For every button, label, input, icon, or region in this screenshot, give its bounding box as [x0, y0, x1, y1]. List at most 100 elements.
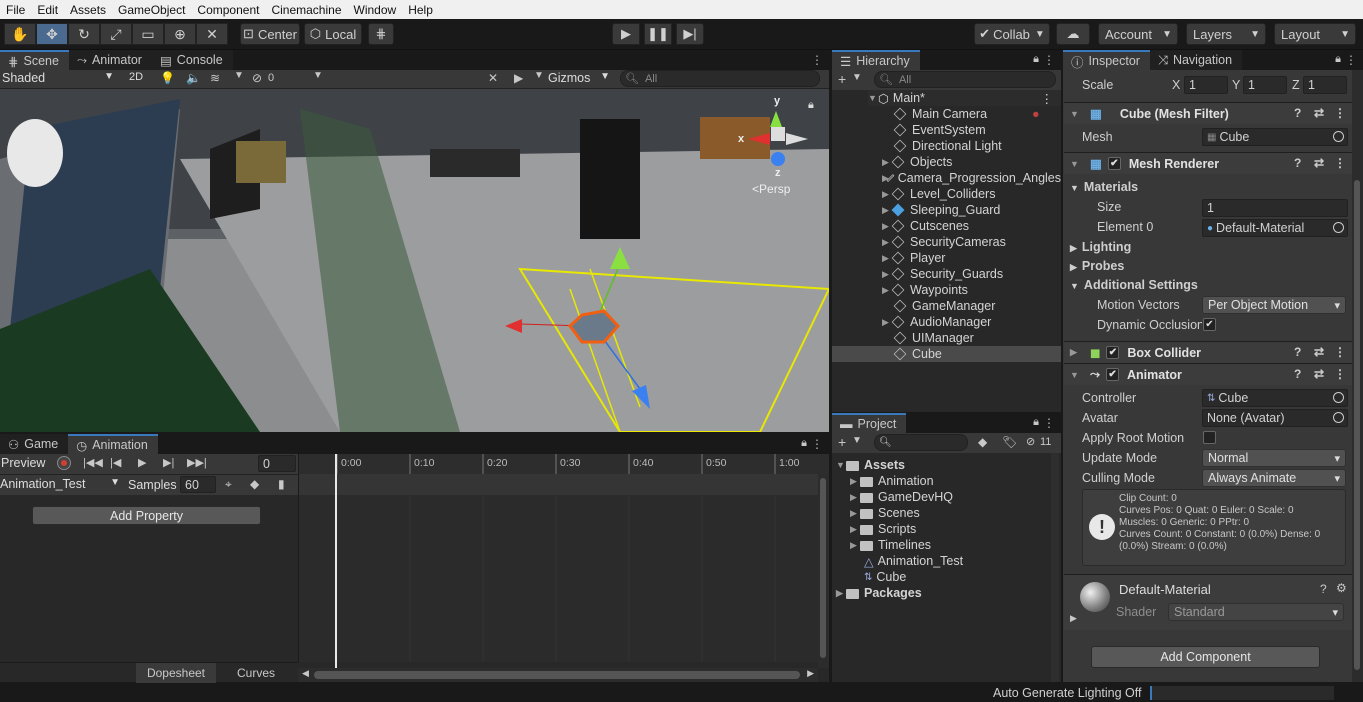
- diamond-plus-icon[interactable]: ◆: [250, 477, 259, 491]
- inspector-scrollbar[interactable]: [1352, 70, 1363, 682]
- record-button[interactable]: [57, 456, 71, 470]
- lighting-foldout[interactable]: ▶ Lighting: [1070, 240, 1131, 254]
- menu-gameobject[interactable]: GameObject: [112, 3, 191, 17]
- avatar-object-field[interactable]: None (Avatar): [1202, 409, 1348, 427]
- chevron-down-icon[interactable]: ▼: [852, 72, 862, 83]
- scroll-thumb[interactable]: [314, 671, 800, 679]
- fold-right-icon[interactable]: ▶: [882, 237, 892, 248]
- fold-right-icon[interactable]: ▶: [1070, 347, 1080, 358]
- more-options-icon[interactable]: ⋮: [1041, 91, 1054, 106]
- shader-dropdown[interactable]: Standard: [1168, 603, 1344, 621]
- scene-search-input[interactable]: 🔍︎ All: [620, 70, 820, 87]
- move-tool-icon[interactable]: ✥: [36, 23, 68, 45]
- camera-icon[interactable]: ▶: [514, 71, 523, 85]
- settings-gear-icon[interactable]: ⚙: [1336, 581, 1347, 595]
- lock-icon[interactable]: 🔒︎: [1033, 53, 1039, 66]
- project-file[interactable]: △ Animation_Test: [864, 553, 1094, 569]
- samples-input[interactable]: 60: [180, 476, 216, 493]
- element0-object-field[interactable]: ● Default-Material: [1202, 219, 1348, 237]
- menu-file[interactable]: File: [0, 3, 31, 17]
- pause-button[interactable]: ❚❚: [644, 23, 672, 45]
- help-icon[interactable]: ?: [1294, 345, 1301, 359]
- hierarchy-item[interactable]: ▶ Sleeping_Guard: [882, 202, 1061, 218]
- first-keyframe-icon[interactable]: |◀◀: [83, 456, 103, 469]
- hierarchy-item[interactable]: ▶ SecurityCameras: [882, 234, 1061, 250]
- fold-right-icon[interactable]: ▶: [882, 285, 892, 296]
- play-icon[interactable]: ▶: [138, 456, 146, 469]
- status-text[interactable]: Auto Generate Lighting Off: [993, 686, 1141, 700]
- help-icon[interactable]: ?: [1320, 582, 1327, 596]
- last-keyframe-icon[interactable]: ▶▶|: [187, 456, 207, 469]
- fold-right-icon[interactable]: ▶: [850, 476, 860, 487]
- more-options-icon[interactable]: ⋮: [1334, 156, 1346, 170]
- more-options-icon[interactable]: ⋮: [811, 53, 823, 67]
- tab-scene[interactable]: ⋕ Scene: [0, 50, 69, 70]
- scale-y-input[interactable]: 1: [1243, 76, 1287, 94]
- lock-icon[interactable]: 🔒︎: [808, 99, 814, 112]
- project-folder[interactable]: ▶ GameDevHQ: [850, 489, 1080, 505]
- box-collider-header[interactable]: ▶ ◼ ✔ Box Collider ? ⇄ ⋮: [1064, 341, 1354, 363]
- preset-icon[interactable]: ⇄: [1314, 156, 1324, 170]
- object-picker-icon[interactable]: [1333, 222, 1344, 233]
- add-component-button[interactable]: Add Component: [1091, 646, 1320, 668]
- apply-root-motion-checkbox[interactable]: [1203, 431, 1216, 444]
- hierarchy-item[interactable]: ▶ Objects: [882, 154, 1061, 170]
- fold-down-icon[interactable]: ▼: [1070, 159, 1080, 169]
- fold-right-icon[interactable]: ▶: [850, 492, 860, 503]
- layout-dropdown[interactable]: Layout ▼: [1274, 23, 1356, 45]
- hierarchy-item[interactable]: ▶ Level_Colliders: [882, 186, 1061, 202]
- hierarchy-item-selected[interactable]: Cube: [832, 346, 1061, 362]
- prev-keyframe-icon[interactable]: |◀: [110, 456, 121, 469]
- preset-icon[interactable]: ⇄: [1314, 345, 1324, 359]
- fold-right-icon[interactable]: ▶: [836, 588, 846, 599]
- scale-x-input[interactable]: 1: [1184, 76, 1228, 94]
- account-dropdown[interactable]: Account ▼: [1098, 23, 1178, 45]
- mesh-object-field[interactable]: ▦ Cube: [1202, 128, 1348, 146]
- tab-console[interactable]: ▤ Console: [151, 50, 233, 70]
- enabled-checkbox[interactable]: ✔: [1107, 157, 1121, 170]
- hand-tool-icon[interactable]: ✋: [4, 23, 36, 45]
- project-folder-assets[interactable]: ▼ Assets: [836, 457, 1066, 473]
- hierarchy-item[interactable]: GameManager: [893, 298, 1061, 314]
- scale-tool-icon[interactable]: ⤢: [100, 23, 132, 45]
- additional-settings-foldout[interactable]: ▼ Additional Settings: [1070, 278, 1198, 292]
- probes-foldout[interactable]: ▶ Probes: [1070, 259, 1124, 273]
- rect-tool-icon[interactable]: ▭: [132, 23, 164, 45]
- hierarchy-item[interactable]: EventSystem: [893, 122, 1061, 138]
- enabled-checkbox[interactable]: ✔: [1106, 346, 1120, 359]
- frame-input[interactable]: 0: [258, 455, 296, 472]
- menu-window[interactable]: Window: [348, 3, 403, 17]
- tab-animation[interactable]: ◷ Animation: [68, 434, 158, 454]
- scroll-thumb[interactable]: [1354, 180, 1360, 670]
- preview-toggle[interactable]: Preview: [1, 456, 45, 470]
- help-icon[interactable]: ?: [1294, 156, 1301, 170]
- fold-right-icon[interactable]: ▶: [882, 205, 892, 216]
- project-scrollbar[interactable]: [1051, 453, 1059, 682]
- next-keyframe-icon[interactable]: ▶|: [163, 456, 174, 469]
- scene-viewport[interactable]: y x z 🔒︎ <Persp: [0, 89, 829, 432]
- fold-right-icon[interactable]: ▶: [850, 508, 860, 519]
- events-row[interactable]: [298, 474, 818, 495]
- audio-icon[interactable]: 🔈: [186, 71, 201, 85]
- tab-game[interactable]: ⚇ Game: [0, 434, 69, 454]
- size-input[interactable]: 1: [1202, 199, 1348, 217]
- project-folder[interactable]: ▶ Scripts: [850, 521, 1080, 537]
- menu-help[interactable]: Help: [402, 3, 439, 17]
- hierarchy-item[interactable]: ▶ Camera_Progression_Angles: [882, 170, 1061, 186]
- hierarchy-item[interactable]: Main Camera ●: [893, 106, 1061, 122]
- hidden-objects-icon[interactable]: ⊘: [252, 71, 262, 85]
- more-options-icon[interactable]: ⋮: [1334, 367, 1346, 381]
- hierarchy-item[interactable]: ▶ Player: [882, 250, 1061, 266]
- fold-right-icon[interactable]: ▶: [882, 253, 892, 264]
- object-picker-icon[interactable]: [1333, 392, 1344, 403]
- more-options-icon[interactable]: ⋮: [1345, 53, 1357, 67]
- add-property-button[interactable]: Add Property: [32, 506, 261, 525]
- tab-navigation[interactable]: ⤨ Navigation: [1149, 50, 1243, 70]
- lock-icon[interactable]: 🔒︎: [1033, 416, 1039, 429]
- lock-icon[interactable]: 🔒︎: [801, 437, 807, 450]
- step-button[interactable]: ▶|: [676, 23, 704, 45]
- menu-edit[interactable]: Edit: [31, 3, 64, 17]
- hierarchy-item[interactable]: ▶ AudioManager: [882, 314, 1061, 330]
- pivot-toggle[interactable]: ⊡ Center: [240, 23, 300, 45]
- project-search-input[interactable]: 🔍︎: [874, 434, 968, 451]
